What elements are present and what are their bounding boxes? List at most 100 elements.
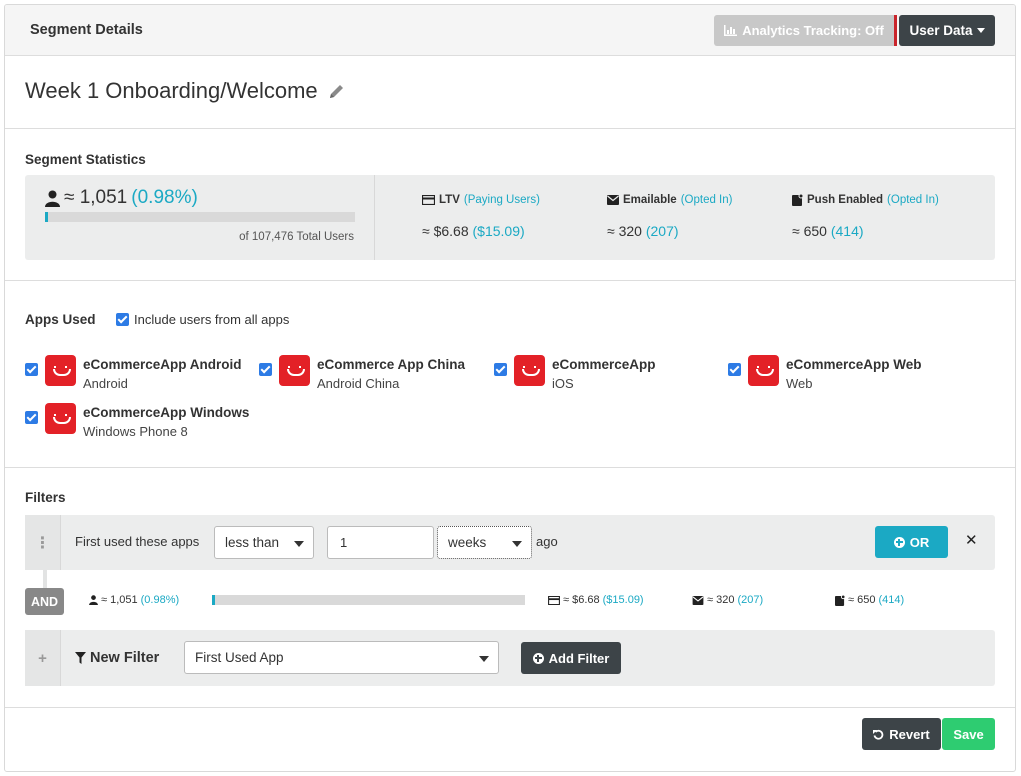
users-progress-fill [45, 212, 49, 222]
filter-progress-fill [212, 595, 216, 605]
filter-email-sub: (207) [737, 594, 764, 606]
add-filter-button[interactable]: Add Filter [521, 642, 621, 674]
unit-select[interactable]: weeks [437, 526, 532, 559]
caret-down-icon [976, 28, 985, 33]
segment-name-section: Week 1 Onboarding/Welcome [5, 56, 1015, 129]
filter-suffix: ago [536, 534, 558, 549]
app-checkbox[interactable] [25, 411, 38, 424]
app-checkbox[interactable] [494, 363, 507, 376]
app-item[interactable]: eCommerceApp Android Android [25, 355, 242, 393]
pencil-icon[interactable] [328, 83, 345, 100]
push-sub-label: (Opted In) [887, 194, 939, 206]
ltv-label: LTV [439, 194, 460, 206]
app-name: eCommerceApp Windows [83, 405, 250, 420]
statistics-box: ≈ 1,051 (0.98%) of 107,476 Total Users L… [25, 175, 995, 260]
filter-ltv-sub: ($15.09) [602, 594, 644, 606]
checkbox-checked-icon[interactable] [116, 313, 129, 326]
revert-label: Revert [889, 726, 930, 742]
segment-statistics-label: Segment Statistics [25, 152, 146, 167]
push-stat: Push Enabled (Opted In) ≈ 650 (414) [792, 194, 939, 239]
app-logo-icon [514, 355, 545, 386]
revert-button[interactable]: Revert [862, 718, 941, 750]
push-sub-value: (414) [830, 223, 864, 239]
app-name: eCommerceApp Web [786, 357, 922, 372]
emailable-label: Emailable [623, 194, 677, 206]
app-name: eCommerce App China [317, 357, 466, 372]
ltv-sub-value: ($15.09) [472, 223, 525, 239]
user-count: ≈ 1,051 [64, 187, 128, 208]
push-value: ≈ 650 [792, 223, 827, 239]
app-checkbox[interactable] [728, 363, 741, 376]
envelope-icon [607, 195, 619, 205]
app-checkbox[interactable] [259, 363, 272, 376]
and-badge: AND [25, 588, 64, 615]
unit-value: weeks [448, 535, 487, 550]
ltv-sub-label: (Paying Users) [463, 194, 540, 206]
filter-row: ⋮ First used these apps less than 1 week… [25, 515, 995, 570]
filter-push-stat: ≈ 650 (414) [835, 594, 904, 606]
app-platform: iOS [552, 376, 574, 391]
filter-label: First used these apps [75, 534, 200, 549]
user-data-label: User Data [909, 23, 973, 38]
filter-users-value: ≈ 1,051 [101, 594, 138, 606]
segment-name: Week 1 Onboarding/Welcome [25, 78, 318, 103]
new-filter-select[interactable]: First Used App [184, 641, 499, 674]
app-platform: Android [83, 376, 128, 391]
apps-used-label: Apps Used [25, 312, 96, 327]
app-logo-icon [45, 355, 76, 386]
dropdown-arrow-icon [479, 656, 489, 662]
emailable-stat: Emailable (Opted In) ≈ 320 (207) [607, 194, 732, 239]
app-name: eCommerceApp [552, 357, 656, 372]
segment-statistics-section: Segment Statistics ≈ 1,051 (0.98%) of 10… [5, 129, 1015, 281]
push-label: Push Enabled [807, 194, 884, 206]
filter-email-stat: ≈ 320 (207) [692, 594, 763, 606]
app-logo-icon [748, 355, 779, 386]
filter-funnel-icon [75, 652, 86, 664]
plus-icon: + [25, 630, 61, 686]
filter-users-percent: (0.98%) [140, 594, 180, 606]
drag-handle-icon[interactable]: ⋮ [25, 515, 61, 570]
analytics-tracking-label: Analytics Tracking: Off [742, 23, 884, 38]
filters-section: Filters ⋮ First used these apps less tha… [5, 468, 1015, 708]
save-button[interactable]: Save [942, 718, 995, 750]
users-progress-bar [45, 212, 355, 222]
add-filter-label: Add Filter [548, 650, 610, 666]
dropdown-arrow-icon [512, 541, 522, 547]
app-item[interactable]: eCommerceApp iOS [494, 355, 656, 393]
credit-card-icon [548, 595, 560, 605]
app-checkbox[interactable] [25, 363, 38, 376]
app-logo-icon [45, 403, 76, 434]
user-icon [89, 595, 98, 605]
new-filter-select-value: First Used App [195, 650, 284, 665]
filter-users-stat: ≈ 1,051 (0.98%) [89, 594, 179, 606]
app-name: eCommerceApp Android [83, 357, 242, 372]
analytics-tracking-button[interactable]: Analytics Tracking: Off [714, 15, 897, 46]
app-item[interactable]: eCommerceApp Web Web [728, 355, 922, 393]
filter-email-value: ≈ 320 [707, 594, 735, 606]
envelope-icon [692, 595, 704, 605]
user-data-dropdown[interactable]: User Data [899, 15, 995, 46]
plus-circle-icon [893, 536, 905, 548]
include-all-apps-checkbox[interactable]: Include users from all apps [116, 312, 289, 327]
panel-header: Segment Details Analytics Tracking: Off … [5, 5, 1015, 56]
comparator-select[interactable]: less than [214, 526, 314, 559]
filter-value-text: 1 [340, 535, 348, 550]
dropdown-arrow-icon [294, 541, 304, 547]
ltv-stat: LTV (Paying Users) ≈ $6.68 ($15.09) [422, 194, 540, 239]
push-notification-icon [792, 194, 803, 206]
panel-title: Segment Details [30, 22, 143, 38]
filter-push-sub: (414) [878, 594, 905, 606]
total-users: of 107,476 Total Users [239, 231, 354, 243]
app-platform: Web [786, 376, 813, 391]
emailable-sub-label: (Opted In) [680, 194, 733, 206]
remove-filter-close-icon[interactable]: ✕ [965, 531, 978, 549]
or-button[interactable]: OR [875, 526, 948, 558]
app-item[interactable]: eCommerce App China Android China [259, 355, 465, 393]
filter-value-input[interactable]: 1 [327, 526, 434, 559]
user-percent: (0.98%) [131, 187, 198, 208]
new-filter-row: + New Filter First Used App Add Filter [25, 630, 995, 686]
plus-circle-icon [532, 652, 544, 664]
push-notification-icon [835, 594, 845, 606]
app-item[interactable]: eCommerceApp Windows Windows Phone 8 [25, 403, 249, 441]
apps-used-section: Apps Used Include users from all apps eC… [5, 281, 1015, 468]
